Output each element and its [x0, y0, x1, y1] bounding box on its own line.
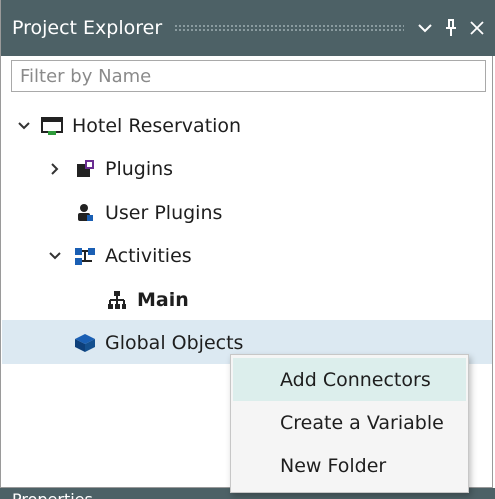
tree-node-plugins[interactable]: Plugins	[46, 147, 173, 191]
menu-item-add-connectors[interactable]: Add Connectors	[233, 358, 466, 401]
tree-node-label: Activities	[105, 245, 192, 267]
project-icon	[41, 115, 63, 137]
context-menu: Add Connectors Create a Variable New Fol…	[230, 354, 469, 493]
tree-node-label: Global Objects	[105, 332, 244, 354]
panel-titlebar[interactable]: Project Explorer	[1, 0, 495, 56]
properties-title: Properties	[12, 490, 93, 499]
tree-node-label: Plugins	[105, 158, 174, 180]
close-icon	[470, 21, 484, 35]
pin-icon	[446, 19, 456, 36]
panel-title: Project Explorer	[12, 17, 163, 39]
plugin-icon	[74, 158, 96, 180]
chevron-down-icon	[418, 24, 432, 33]
flow-icon	[106, 289, 128, 311]
tree-node-activities[interactable]: Activities	[46, 234, 192, 278]
close-button[interactable]	[464, 13, 490, 43]
user-plugin-icon	[74, 202, 96, 224]
chevron-down-icon[interactable]	[15, 117, 33, 135]
pin-button[interactable]	[438, 13, 464, 43]
tree-node-main[interactable]: Main	[106, 278, 189, 322]
tree-node-user-plugins[interactable]: User Plugins	[74, 191, 222, 235]
tree-node-label: User Plugins	[105, 202, 223, 224]
chevron-down-icon[interactable]	[46, 247, 64, 265]
chevron-right-icon[interactable]	[46, 160, 64, 178]
tree-node-label: Main	[137, 289, 189, 311]
menu-item-new-folder[interactable]: New Folder	[233, 444, 466, 487]
tree-node-hotel-reservation[interactable]: Hotel Reservation	[15, 104, 241, 148]
tree-node-label: Hotel Reservation	[72, 115, 242, 137]
cube-icon	[74, 332, 96, 354]
activities-icon	[74, 245, 96, 267]
panel-menu-button[interactable]	[412, 13, 438, 43]
menu-item-create-variable[interactable]: Create a Variable	[233, 401, 466, 444]
tree-node-global-objects[interactable]: Global Objects	[74, 321, 243, 365]
filter-input[interactable]	[11, 60, 486, 92]
drag-grip[interactable]	[174, 24, 404, 32]
